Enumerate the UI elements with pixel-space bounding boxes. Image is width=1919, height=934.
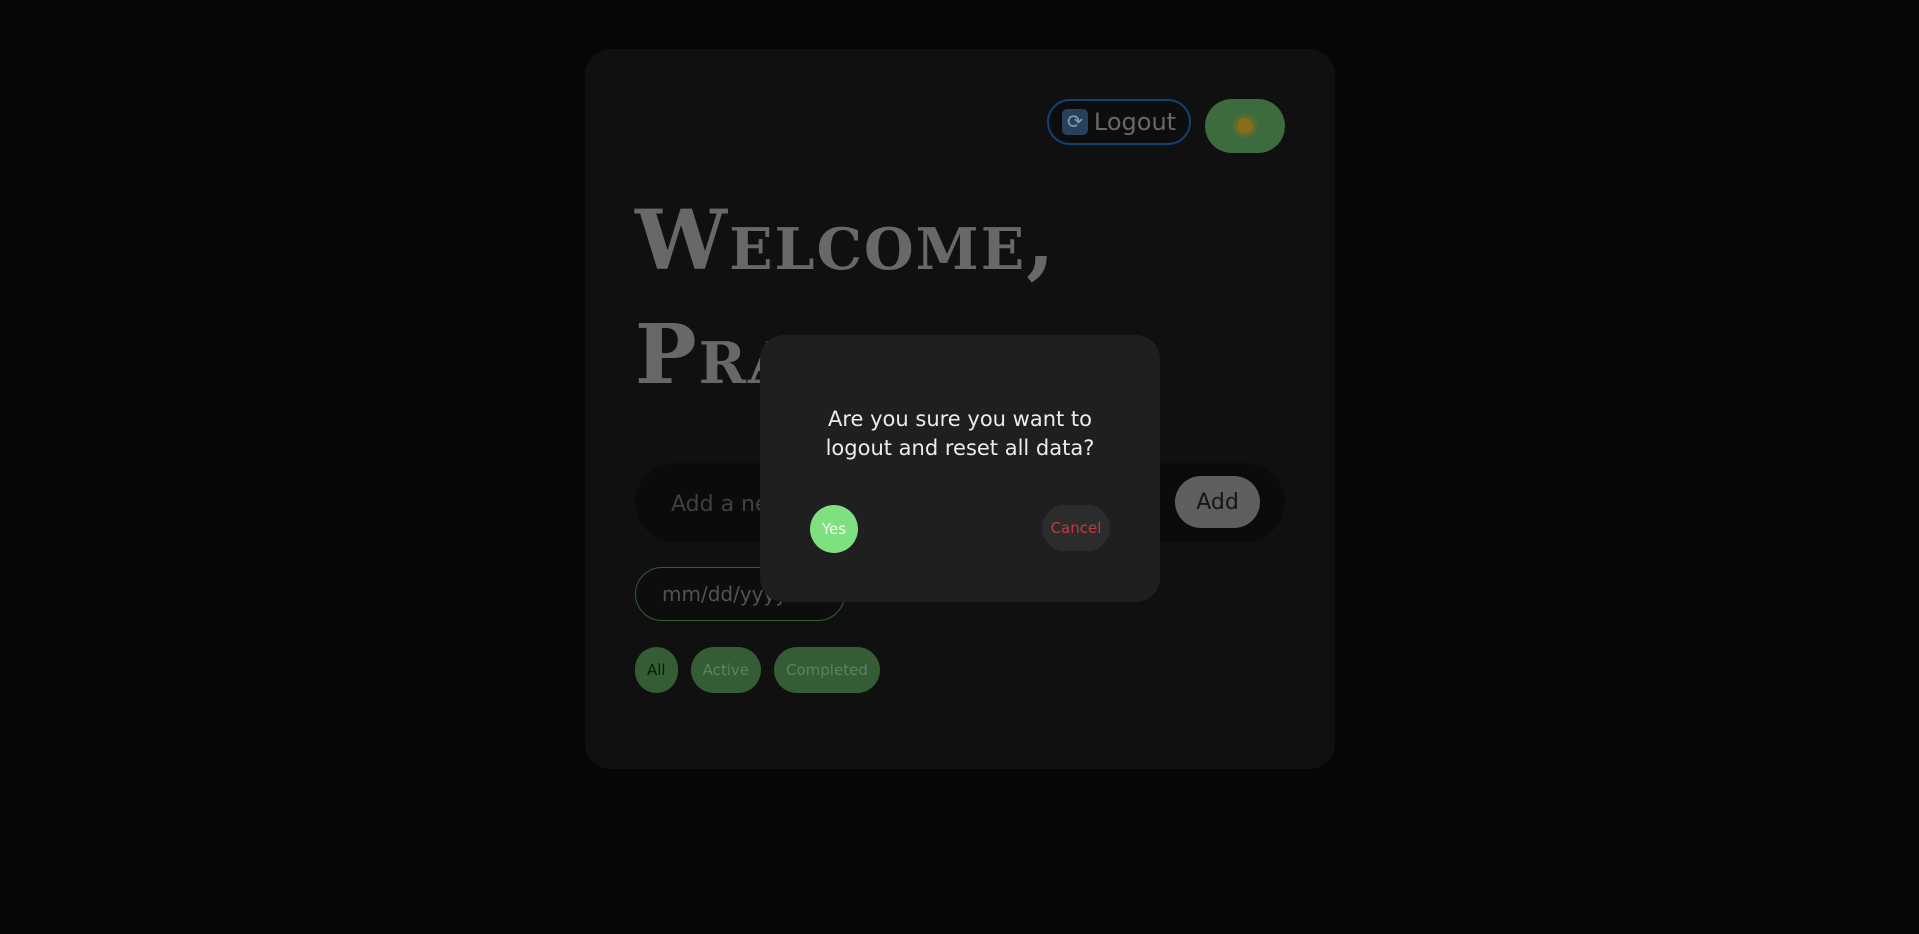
logout-confirm-dialog: Are you sure you want to logout and rese… — [760, 335, 1160, 602]
dialog-message: Are you sure you want to logout and rese… — [825, 407, 1095, 460]
cancel-button[interactable]: Cancel — [1042, 505, 1110, 551]
confirm-yes-button[interactable]: Yes — [810, 505, 858, 553]
